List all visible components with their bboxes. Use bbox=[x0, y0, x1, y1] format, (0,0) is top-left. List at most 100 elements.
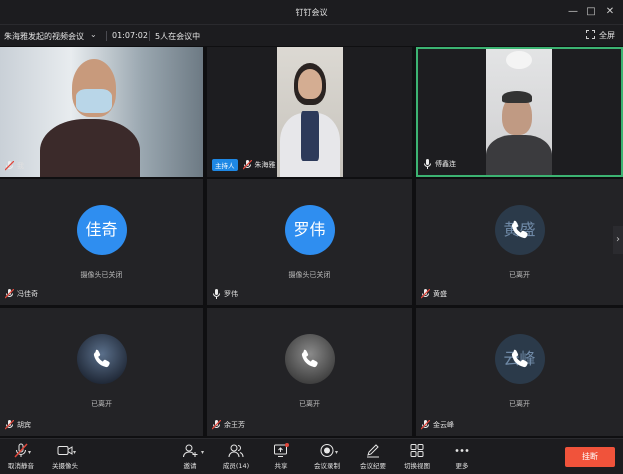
ceiling-lamp bbox=[506, 51, 532, 69]
fullscreen-button[interactable]: 全屏 bbox=[586, 30, 615, 41]
share-label: 共享 bbox=[274, 462, 288, 470]
participant-face bbox=[298, 69, 322, 99]
participant-name: 黄盛 bbox=[433, 290, 447, 298]
grid-view-icon bbox=[410, 444, 424, 457]
unmute-label: 取消静音 bbox=[8, 462, 34, 470]
video-tile-participant[interactable]: 罗伟 摄像头已关闭 罗伟 bbox=[207, 179, 412, 305]
participant-name: 罗伟 bbox=[224, 290, 238, 298]
meeting-duration: 01:07:02 bbox=[112, 31, 148, 40]
members-button[interactable]: 成员(14) bbox=[219, 443, 253, 470]
camera-off-button[interactable]: 关摄像头 bbox=[48, 443, 82, 470]
more-icon bbox=[455, 449, 469, 452]
mic-icon bbox=[423, 159, 432, 169]
video-tile-participant[interactable]: 佳奇 摄像头已关闭 冯佳奇 bbox=[0, 179, 203, 305]
participant-scarf bbox=[301, 111, 319, 161]
participant-body bbox=[486, 135, 552, 175]
avatar bbox=[284, 334, 335, 384]
left-status: 已离开 bbox=[91, 400, 112, 408]
divider bbox=[149, 31, 150, 41]
camera-off-status: 摄像头已关闭 bbox=[288, 271, 331, 279]
screen-share-icon bbox=[274, 443, 289, 457]
window-title: 钉钉会议 bbox=[295, 8, 328, 17]
switch-view-label: 切换视图 bbox=[404, 462, 430, 470]
video-tile-participant[interactable]: 已离开 胡宾 bbox=[0, 308, 203, 436]
title-bar: 钉钉会议 — □ ✕ bbox=[0, 0, 623, 24]
video-tile-participant[interactable]: 黄盛 已离开 黄盛 bbox=[416, 179, 623, 305]
chevron-down-icon[interactable]: ⌄ bbox=[90, 30, 97, 39]
tile-label: 余王芳 bbox=[212, 420, 245, 430]
caret-down-icon[interactable]: ▾ bbox=[335, 449, 338, 456]
fullscreen-icon bbox=[586, 30, 595, 39]
face-mask bbox=[76, 89, 112, 113]
phone-icon bbox=[301, 349, 318, 368]
participant-name: 胡宾 bbox=[17, 421, 31, 429]
mic-muted-icon bbox=[421, 289, 430, 299]
left-status: 已离开 bbox=[509, 400, 530, 408]
minutes-label: 会议纪要 bbox=[360, 462, 386, 470]
members-label: 成员(14) bbox=[222, 462, 250, 470]
maximize-button[interactable]: □ bbox=[585, 6, 597, 18]
record-icon bbox=[320, 444, 334, 457]
avatar: 罗伟 bbox=[284, 205, 335, 255]
minimize-button[interactable]: — bbox=[567, 6, 579, 18]
tile-label: 傅鑫连 bbox=[423, 159, 456, 169]
tile-label: 我 bbox=[5, 161, 24, 171]
phone-icon bbox=[511, 349, 528, 368]
avatar: 云峰 bbox=[494, 334, 545, 384]
meeting-name[interactable]: 朱海雅发起的视频会议 bbox=[4, 31, 84, 42]
phone-icon bbox=[511, 220, 528, 239]
add-user-icon bbox=[183, 444, 198, 458]
meeting-info-bar: 朱海雅发起的视频会议 ⌄ 01:07:02 5人在会议中 全屏 bbox=[0, 24, 623, 46]
video-tile-host[interactable]: 主持人 朱海雅 bbox=[207, 47, 412, 177]
mic-muted-icon bbox=[5, 420, 14, 430]
avatar bbox=[76, 334, 127, 384]
video-tile-participant[interactable]: 云峰 已离开 金云峰 bbox=[416, 308, 623, 436]
camera-off-status: 摄像头已关闭 bbox=[80, 271, 123, 279]
participant-name: 余王芳 bbox=[224, 421, 245, 429]
caret-down-icon[interactable]: ▾ bbox=[28, 449, 31, 456]
next-page-arrow[interactable]: › bbox=[613, 226, 623, 254]
participant-hair bbox=[502, 91, 532, 103]
tile-label: 主持人 朱海雅 bbox=[212, 159, 276, 171]
minutes-button[interactable]: 会议纪要 bbox=[356, 443, 390, 470]
video-tile-speaker[interactable]: 傅鑫连 bbox=[416, 47, 623, 177]
pen-icon bbox=[367, 444, 379, 458]
camera-icon bbox=[57, 446, 73, 455]
participant-name: 朱海雅 bbox=[254, 161, 276, 169]
participant-name: 傅鑫连 bbox=[435, 160, 456, 168]
tile-label: 黄盛 bbox=[421, 289, 447, 299]
share-button[interactable]: 共享 bbox=[269, 443, 293, 470]
phone-icon bbox=[93, 349, 110, 368]
switch-view-button[interactable]: 切换视图 bbox=[400, 443, 434, 470]
mic-muted-icon bbox=[5, 161, 14, 171]
unmute-button[interactable]: 取消静音 bbox=[4, 443, 38, 470]
record-label: 会议录制 bbox=[314, 462, 340, 470]
participant-video bbox=[277, 47, 343, 177]
tile-label: 金云峰 bbox=[421, 420, 454, 430]
participant-name: 冯佳奇 bbox=[17, 290, 38, 298]
more-button[interactable]: 更多 bbox=[450, 443, 474, 470]
invite-label: 邀请 bbox=[183, 462, 197, 470]
avatar: 黄盛 bbox=[494, 205, 545, 255]
caret-down-icon[interactable]: ▾ bbox=[201, 449, 204, 456]
record-button[interactable]: 会议录制 bbox=[310, 443, 344, 470]
members-icon bbox=[228, 444, 244, 458]
mic-muted-icon bbox=[242, 160, 252, 170]
tile-label: 胡宾 bbox=[5, 420, 31, 430]
video-tile-participant[interactable]: 已离开 余王芳 bbox=[207, 308, 412, 436]
left-status: 已离开 bbox=[299, 400, 320, 408]
invite-button[interactable]: 邀请 bbox=[178, 443, 202, 470]
tile-label: 罗伟 bbox=[212, 289, 238, 299]
close-button[interactable]: ✕ bbox=[604, 6, 616, 18]
fullscreen-label: 全屏 bbox=[599, 31, 615, 40]
more-label: 更多 bbox=[455, 462, 469, 470]
mic-muted-icon bbox=[14, 443, 28, 458]
caret-down-icon[interactable]: ▾ bbox=[73, 449, 76, 456]
mic-muted-icon bbox=[421, 420, 430, 430]
video-tile-self[interactable]: 我 bbox=[0, 47, 203, 177]
participants-status: 5人在会议中 bbox=[155, 32, 201, 41]
host-badge: 主持人 bbox=[212, 159, 238, 171]
mic-muted-icon bbox=[212, 420, 221, 430]
meeting-toolbar: 取消静音 ▾ 关摄像头 ▾ 邀请 ▾ 成员(14) 共享 会议录制 ▾ 会议纪要… bbox=[0, 438, 623, 474]
end-call-button[interactable]: 挂断 bbox=[565, 447, 615, 467]
